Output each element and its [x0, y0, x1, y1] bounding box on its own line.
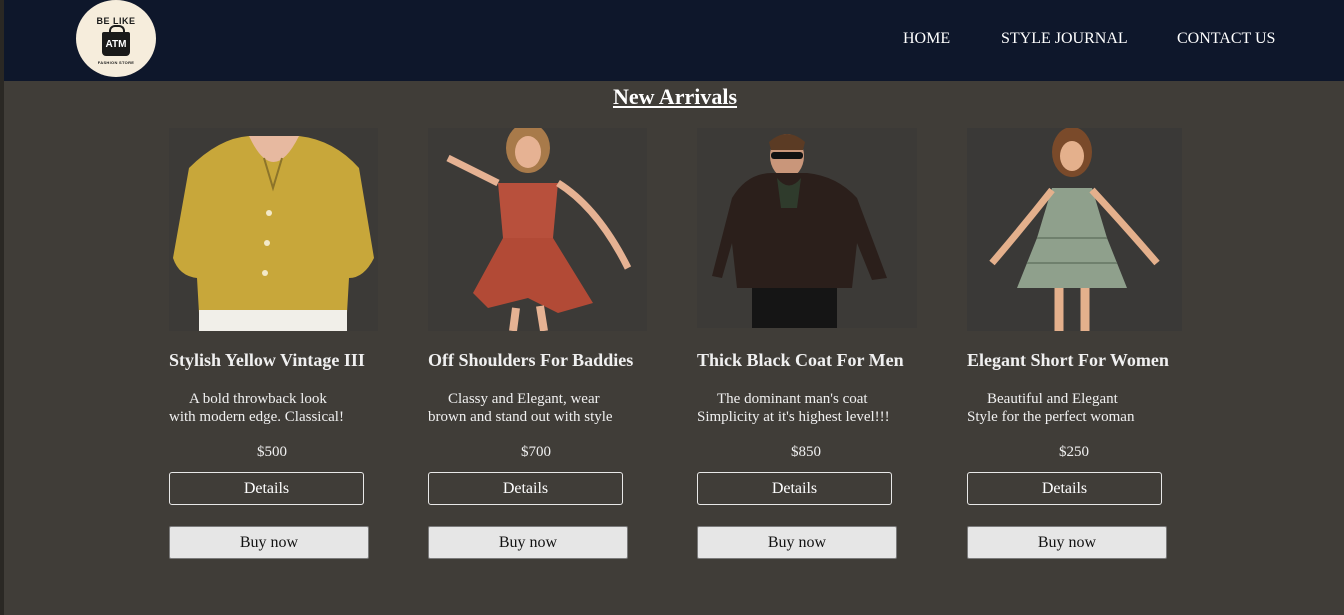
logo-mid-text: ATM — [105, 38, 127, 50]
buy-now-button[interactable]: Buy now — [428, 526, 628, 559]
section-title: New Arrivals — [612, 84, 738, 109]
description-line: A bold throwback look — [189, 391, 327, 407]
product-description: The dominant man's coat Simplicity at it… — [697, 390, 890, 426]
description-line: Classy and Elegant, wear — [448, 391, 600, 407]
product-image[interactable] — [428, 128, 647, 331]
product-name: Elegant Short For Women — [967, 350, 1169, 370]
buy-now-button[interactable]: Buy now — [967, 526, 1167, 559]
product-price: $850 — [791, 444, 821, 460]
product-image[interactable] — [697, 128, 917, 328]
product-image[interactable] — [169, 128, 378, 331]
details-button[interactable]: Details — [428, 472, 623, 505]
nav-link-home[interactable]: HOME — [903, 30, 950, 48]
product-price: $500 — [257, 444, 287, 460]
product-description: Beautiful and Elegant Style for the perf… — [967, 390, 1134, 426]
product-description: Classy and Elegant, wear brown and stand… — [428, 390, 613, 426]
shopping-bag-icon: ATM — [102, 25, 130, 56]
description-line: Simplicity at it's highest level!!! — [697, 409, 890, 425]
nav-link-style-journal[interactable]: STYLE JOURNAL — [1001, 30, 1128, 48]
details-button[interactable]: Details — [697, 472, 892, 505]
product-image[interactable] — [967, 128, 1182, 331]
product-price: $250 — [1059, 444, 1089, 460]
product-price: $700 — [521, 444, 551, 460]
description-line: with modern edge. Classical! — [169, 409, 344, 425]
description-line: brown and stand out with style — [428, 409, 613, 425]
details-button[interactable]: Details — [967, 472, 1162, 505]
product-description: A bold throwback look with modern edge. … — [169, 390, 344, 426]
logo-bottom-text: FASHION STORE — [97, 60, 135, 65]
product-name: Thick Black Coat For Men — [697, 350, 904, 370]
nav-link-contact[interactable]: CONTACT US — [1177, 30, 1275, 48]
details-button[interactable]: Details — [169, 472, 364, 505]
product-name: Stylish Yellow Vintage III — [169, 350, 365, 370]
buy-now-button[interactable]: Buy now — [169, 526, 369, 559]
buy-now-button[interactable]: Buy now — [697, 526, 897, 559]
description-line: The dominant man's coat — [717, 391, 868, 407]
description-line: Style for the perfect woman — [967, 409, 1135, 425]
description-line: Beautiful and Elegant — [987, 391, 1118, 407]
brand-logo[interactable]: BE LIKE ATM FASHION STORE — [76, 0, 156, 77]
product-name: Off Shoulders For Baddies — [428, 350, 634, 370]
navbar: BE LIKE ATM FASHION STORE HOME STYLE JOU… — [4, 0, 1344, 81]
